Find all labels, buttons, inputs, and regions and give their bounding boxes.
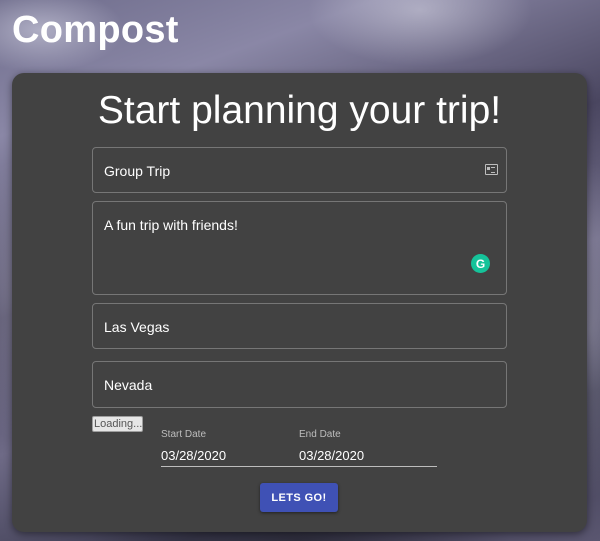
state-field[interactable]: Nevada [92,361,507,408]
city-value: Las Vegas [104,319,170,335]
page-title: Start planning your trip! [97,89,502,132]
start-date-picker[interactable]: Start Date 03/28/2020 [161,429,299,467]
state-value: Nevada [104,377,153,393]
submit-trip-button[interactable]: LETS GO! [260,483,338,512]
end-date-input[interactable]: 03/28/2020 [299,443,437,467]
grammarly-icon[interactable]: G [471,254,490,273]
trip-description-field[interactable]: A fun trip with friends! G [92,201,507,295]
trip-name-field[interactable]: Group Trip [92,147,507,193]
trip-description-value: A fun trip with friends! [104,217,238,233]
start-date-input[interactable]: 03/28/2020 [161,443,299,467]
start-date-label: Start Date [161,429,207,440]
trip-name-value: Group Trip [104,163,171,179]
loading-placeholder: Loading... [92,416,143,432]
contact-card-icon[interactable] [485,164,498,175]
app-logo[interactable]: Compost [12,11,179,49]
trip-planner-card: Start planning your trip! Group Trip A f… [12,73,587,532]
city-field[interactable]: Las Vegas [92,303,507,349]
end-date-label: End Date [299,429,341,440]
end-date-picker[interactable]: End Date 03/28/2020 [299,429,437,467]
